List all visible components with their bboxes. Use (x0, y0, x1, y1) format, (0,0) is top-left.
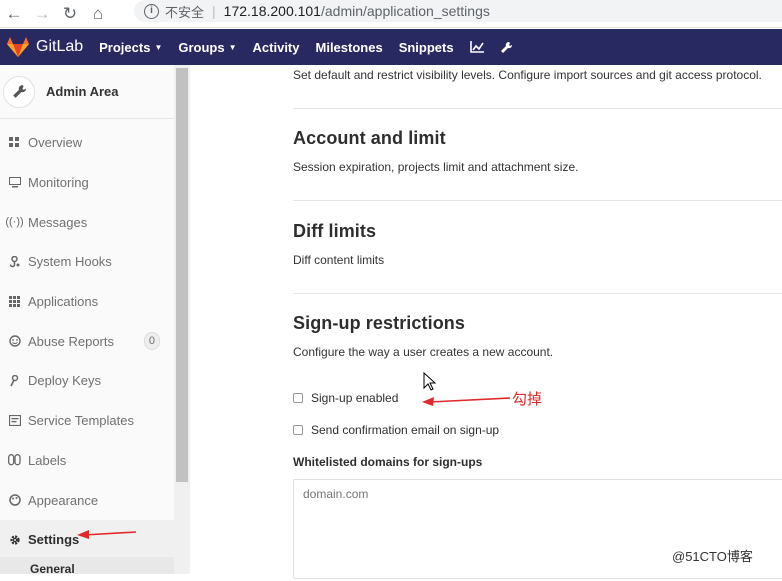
sidebar-item-label: Deploy Keys (28, 373, 101, 389)
back-arrow-icon[interactable]: ← (0, 3, 28, 25)
sidebar-item-label: Monitoring (28, 175, 89, 191)
section-divider (293, 200, 782, 201)
diff-limits-title: Diff limits (293, 221, 377, 241)
security-status: 不安全 (165, 4, 205, 20)
gear-icon (8, 533, 21, 546)
sidebar-item-labels[interactable]: Labels (0, 441, 174, 481)
sidebar-item-overview[interactable]: Overview (0, 123, 174, 163)
sidebar-item-label: Overview (28, 135, 83, 151)
nav-groups[interactable]: Groups ▼ (178, 40, 236, 55)
sidebar-subitem-general[interactable]: General (0, 557, 174, 576)
sidebar-item-system-hooks[interactable]: System Hooks (0, 242, 174, 282)
sidebar-title: Admin Area (46, 84, 119, 99)
home-icon[interactable]: ⌂ (84, 3, 112, 25)
sidebar-item-label: Settings (28, 532, 80, 548)
smiley-icon (8, 335, 21, 348)
apps-icon (8, 295, 21, 308)
sidebar-item-settings[interactable]: Settings (0, 519, 174, 560)
grid-icon (8, 136, 21, 149)
url-path: /admin/application_settings (320, 3, 490, 19)
browser-toolbar: ← → ↻ ⌂ i 不安全 | 172.18.200.101/admin/app… (0, 0, 782, 28)
account-limit-title: Account and limit (293, 128, 446, 148)
sidebar-item-messages[interactable]: ((·)) Messages (0, 202, 174, 242)
broadcast-icon: ((·)) (5, 216, 24, 229)
sidebar-item-monitoring[interactable]: Monitoring (0, 163, 174, 203)
labels-icon (8, 454, 21, 467)
sidebar-item-applications[interactable]: Applications (0, 282, 174, 322)
address-bar[interactable]: i 不安全 | 172.18.200.101/admin/application… (134, 0, 782, 22)
sidebar-item-label: Appearance (28, 492, 99, 508)
gitlab-brand[interactable]: GitLab (36, 38, 83, 56)
forward-arrow-icon[interactable]: → (28, 3, 56, 25)
sidebar-item-label: Messages (28, 214, 88, 230)
nav-snippets[interactable]: Snippets (399, 40, 454, 55)
chevron-down-icon: ▼ (228, 42, 237, 52)
reload-icon[interactable]: ↻ (56, 3, 84, 25)
sidebar-item-label: Applications (28, 294, 99, 310)
chevron-down-icon: ▼ (154, 42, 163, 52)
watermark: @51CTO博客 (672, 549, 753, 564)
sidebar-item-label: Labels (28, 452, 67, 468)
gitlab-logo-icon[interactable] (7, 37, 29, 57)
signup-enabled-checkbox[interactable] (293, 393, 303, 403)
palette-icon (8, 494, 21, 507)
key-icon (8, 374, 21, 387)
sidebar-item-label: Abuse Reports (28, 333, 114, 349)
signup-enabled-row[interactable]: Sign-up enabled (293, 391, 398, 405)
wrench-icon[interactable] (500, 41, 512, 54)
nav-projects-label: Projects (99, 39, 151, 55)
nav-projects[interactable]: Projects ▼ (99, 40, 162, 55)
info-icon[interactable]: i (144, 3, 159, 19)
wrench-icon (13, 85, 26, 98)
url-host: 172.18.200.101 (223, 3, 321, 19)
account-limit-description: Session expiration, projects limit and a… (293, 160, 579, 174)
sidebar-header[interactable]: Admin Area (0, 65, 174, 119)
nav-milestones[interactable]: Milestones (316, 40, 383, 55)
hook-icon (8, 255, 21, 268)
sidebar-scrollbar-thumb[interactable] (176, 68, 188, 482)
whitelist-domains-label: Whitelisted domains for sign-ups (293, 455, 483, 469)
signup-restrictions-description: Configure the way a user creates a new a… (293, 345, 554, 359)
annotation-text: 勾掉 (512, 391, 543, 408)
sidebar-item-abuse-reports[interactable]: Abuse Reports 0 (0, 321, 174, 361)
gitlab-top-nav: GitLab Projects ▼ Groups ▼ Activity Milest… (0, 29, 782, 65)
monitor-icon (8, 176, 21, 189)
admin-avatar (3, 75, 35, 108)
section-divider (293, 108, 782, 109)
diff-limits-description: Diff content limits (293, 253, 385, 267)
signup-enabled-label: Sign-up enabled (311, 391, 399, 405)
sidebar-item-service-templates[interactable]: Service Templates (0, 401, 174, 441)
main-content: Set default and restrict visibility leve… (190, 65, 782, 579)
send-confirmation-row[interactable]: Send confirmation email on sign-up (293, 423, 499, 437)
admin-sidebar: Admin Area Overview Monitoring ((·)) Mes… (0, 65, 174, 574)
visibility-section-description: Set default and restrict visibility leve… (293, 68, 762, 82)
signup-restrictions-title: Sign-up restrictions (293, 313, 466, 333)
send-confirmation-checkbox[interactable] (293, 425, 303, 435)
mouse-cursor-icon (423, 372, 436, 391)
nav-activity[interactable]: Activity (253, 40, 300, 55)
sidebar-item-label: System Hooks (28, 254, 112, 270)
nav-groups-label: Groups (178, 39, 225, 55)
sidebar-item-deploy-keys[interactable]: Deploy Keys (0, 361, 174, 401)
chart-icon[interactable] (469, 41, 484, 53)
send-confirmation-label: Send confirmation email on sign-up (311, 423, 500, 437)
section-divider (293, 293, 782, 294)
abuse-reports-count-badge: 0 (143, 332, 160, 351)
sidebar-item-label: Service Templates (28, 413, 134, 429)
sidebar-item-appearance[interactable]: Appearance (0, 480, 174, 520)
template-icon (8, 414, 21, 427)
